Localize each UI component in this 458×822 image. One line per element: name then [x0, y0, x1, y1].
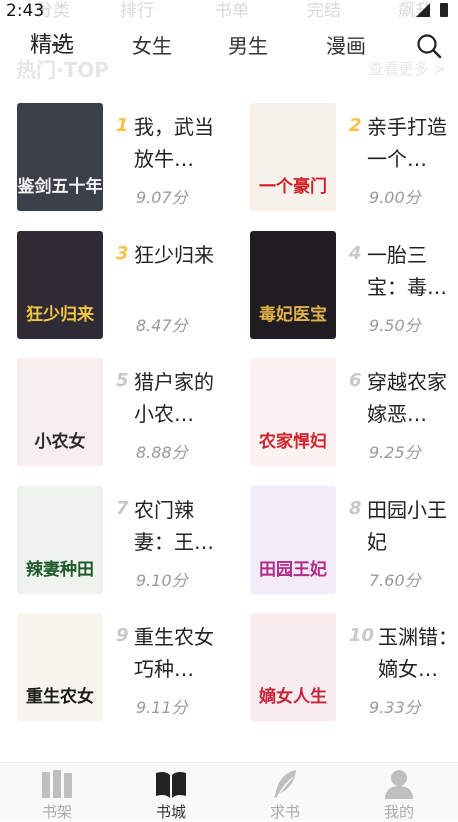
book-score: 9.10分	[136, 570, 188, 590]
book-item[interactable]: 农家悍妇 6 穿越农家嫁恶… 9.25分	[250, 358, 458, 468]
book-title[interactable]: 我，武当放牛…	[134, 111, 216, 175]
book-open-icon	[156, 771, 186, 798]
book-cover[interactable]: 鉴剑五十年	[17, 103, 103, 211]
book-item[interactable]: 一个豪门 2 亲手打造一个… 9.00分	[250, 103, 458, 213]
cover-title-art: 辣妻种田	[26, 559, 94, 580]
book-score: 9.25分	[369, 443, 421, 462]
book-score: 8.88分	[136, 443, 188, 462]
book-title[interactable]: 田园小王妃	[367, 494, 449, 558]
user-icon	[385, 770, 413, 799]
book-cover[interactable]: 毒妃医宝	[250, 230, 336, 339]
book-item[interactable]: 鉴剑五十年 1 我，武当放牛… 9.07分	[17, 103, 237, 213]
bottom-nav: 书架 书城 求书 我的	[0, 762, 458, 821]
book-item[interactable]: 毒妃医宝 4 一胎三宝：毒… 9.50分	[250, 230, 458, 341]
cover-title-art: 田园王妃	[259, 559, 327, 580]
ghost-tab: 排行	[120, 1, 154, 21]
status-bar: 分类 排行 书单 完结 飙升 2:43	[0, 0, 458, 24]
cover-title-art: 小农女	[34, 432, 86, 452]
rank-number: 5	[116, 370, 129, 391]
rank-number: 7	[116, 497, 129, 519]
book-cover[interactable]: 狂少归来	[17, 230, 103, 339]
cover-title-art: 毒妃医宝	[259, 304, 327, 325]
feather-icon	[274, 770, 296, 798]
cover-title-art: 农家悍妇	[259, 432, 327, 452]
book-score: 9.00分	[369, 188, 421, 207]
book-item[interactable]: 嫡女人生 10 玉渊错：嫡女… 9.33分	[250, 613, 458, 723]
section-title: 热门·TOP	[16, 58, 109, 82]
book-cover[interactable]: 嫡女人生	[250, 613, 336, 721]
book-title[interactable]: 猎户家的小农…	[134, 366, 216, 430]
book-title[interactable]: 玉渊错：嫡女…	[378, 621, 458, 685]
rank-number: 3	[116, 242, 129, 264]
rank-number: 6	[349, 370, 362, 391]
nav-label: 我的	[383, 803, 414, 821]
battery-icon	[440, 3, 448, 17]
signal-icon	[416, 3, 430, 17]
tab-comics[interactable]: 漫画	[326, 32, 366, 60]
book-cover[interactable]: 农家悍妇	[250, 358, 336, 466]
cover-title-art: 狂少归来	[26, 304, 94, 325]
bookshelf-icon	[42, 770, 72, 798]
rank-number: 9	[116, 625, 129, 646]
book-cover[interactable]: 一个豪门	[250, 103, 336, 211]
book-item[interactable]: 重生农女 9 重生农女巧种… 9.11分	[17, 613, 237, 723]
tab-female[interactable]: 女生	[132, 32, 172, 60]
book-score: 9.33分	[369, 698, 421, 717]
book-score: 9.50分	[369, 315, 421, 335]
ghost-tab: 书单	[215, 1, 249, 21]
cover-title-art: 重生农女	[26, 687, 94, 707]
book-item[interactable]: 辣妻种田 7 农门辣妻：王… 9.10分	[17, 485, 237, 596]
book-title[interactable]: 穿越农家嫁恶…	[367, 366, 449, 430]
nav-label: 书城	[155, 803, 186, 821]
book-cover[interactable]: 重生农女	[17, 613, 103, 721]
book-title[interactable]: 狂少归来	[134, 239, 216, 303]
nav-bookshelf[interactable]: 书架	[0, 763, 114, 821]
book-title[interactable]: 一胎三宝：毒…	[367, 239, 449, 303]
view-more-link[interactable]: 查看更多 >	[369, 58, 446, 79]
cover-title-art: 鉴剑五十年	[17, 177, 103, 197]
cover-title-art: 嫡女人生	[259, 687, 327, 707]
rank-number: 4	[349, 242, 362, 264]
book-score: 7.60分	[369, 570, 421, 590]
book-score: 9.11分	[136, 698, 188, 717]
nav-label: 求书	[269, 803, 300, 821]
rank-number: 1	[116, 115, 129, 136]
book-cover[interactable]: 田园王妃	[250, 485, 336, 594]
book-score: 9.07分	[136, 188, 188, 207]
active-tab-indicator	[52, 44, 62, 46]
book-cover[interactable]: 小农女	[17, 358, 103, 466]
rank-number: 8	[349, 497, 362, 519]
nav-bookstore[interactable]: 书城	[114, 763, 228, 821]
nav-request-book[interactable]: 求书	[228, 763, 342, 821]
rank-number: 10	[349, 625, 375, 646]
ghost-tab: 完结	[307, 1, 341, 21]
book-item[interactable]: 田园王妃 8 田园小王妃 7.60分	[250, 485, 458, 596]
nav-profile[interactable]: 我的	[342, 763, 456, 821]
book-item[interactable]: 狂少归来 3 狂少归来 8.47分	[17, 230, 237, 341]
ghost-header: 分类 排行 书单 完结 飙升	[0, 0, 458, 24]
search-icon[interactable]	[416, 33, 442, 59]
book-title[interactable]: 农门辣妻：王…	[134, 494, 216, 558]
book-cover[interactable]: 辣妻种田	[17, 485, 103, 594]
status-time: 2:43	[6, 1, 45, 21]
nav-label: 书架	[41, 803, 72, 821]
rank-number: 2	[349, 115, 362, 136]
cover-title-art: 一个豪门	[259, 177, 327, 197]
book-title[interactable]: 亲手打造一个…	[367, 111, 449, 175]
book-title[interactable]: 重生农女巧种…	[134, 621, 216, 685]
book-item[interactable]: 小农女 5 猎户家的小农… 8.88分	[17, 358, 237, 468]
tab-male[interactable]: 男生	[228, 32, 268, 60]
book-score: 8.47分	[136, 315, 188, 335]
